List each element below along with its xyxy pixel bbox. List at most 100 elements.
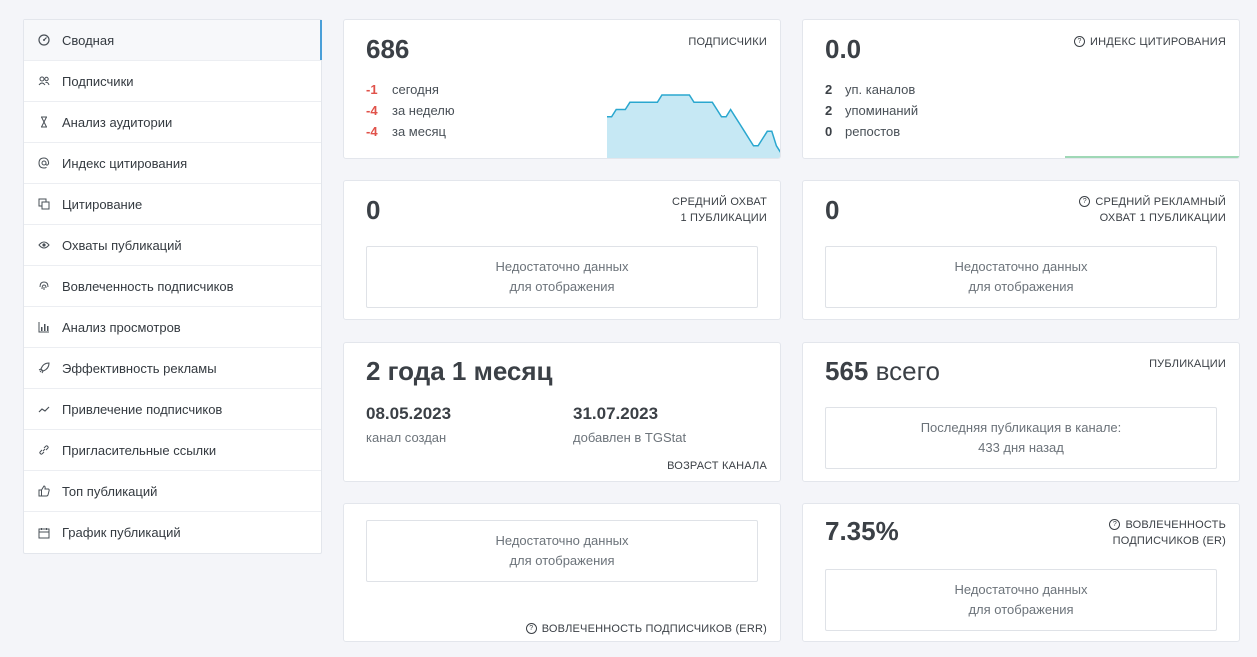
stat-mentioning-channels: 2 уп. каналов <box>825 82 915 97</box>
stat-caption: репостов <box>845 124 901 139</box>
sidebar-item-label: Охваты публикаций <box>62 237 182 253</box>
sidebar-item-engagement[interactable]: Вовлеченность подписчиков <box>24 266 321 307</box>
err-label: ? ВОВЛЕЧЕННОСТЬ ПОДПИСЧИКОВ (ERR) <box>525 621 767 637</box>
publications-card[interactable]: 565 всего ПУБЛИКАЦИИ Последняя публикаци… <box>802 342 1240 482</box>
publications-value: 565 <box>825 356 869 386</box>
label-line: СРЕДНИЙ ОХВАТ <box>671 196 767 208</box>
citation-index-label: ? ИНДЕКС ЦИТИРОВАНИЯ <box>1074 34 1226 50</box>
hourglass-icon <box>38 116 50 128</box>
help-icon[interactable]: ? <box>1079 195 1091 207</box>
sidebar-item-schedule[interactable]: График публикаций <box>24 512 321 553</box>
citation-index-card[interactable]: 0.0 ? ИНДЕКС ЦИТИРОВАНИЯ 2 уп. каналов 2 … <box>802 19 1240 159</box>
sidebar-item-subscribers[interactable]: Подписчики <box>24 61 321 102</box>
subscribers-sparkline <box>607 94 780 158</box>
sidebar-item-label: Привлечение подписчиков <box>62 401 223 417</box>
help-icon[interactable]: ? <box>1109 518 1121 530</box>
sidebar-item-audience[interactable]: Анализ аудитории <box>24 102 321 143</box>
sidebar-item-label: Топ публикаций <box>62 483 158 499</box>
sidebar-item-summary[interactable]: Сводная <box>24 20 322 61</box>
publications-count: 565 всего <box>825 356 940 387</box>
sidebar-item-reach[interactable]: Охваты публикаций <box>24 225 321 266</box>
sidebar-item-label: Эффективность рекламы <box>62 360 217 376</box>
no-data-box: Недостаточно данных для отображения <box>366 246 758 308</box>
link-icon <box>38 444 50 456</box>
sidebar-item-acquisition[interactable]: Привлечение подписчиков <box>24 389 321 430</box>
stat-caption: уп. каналов <box>845 82 916 97</box>
no-data-box: Недостаточно данных для отображения <box>366 520 758 582</box>
avg-reach-card[interactable]: 0 СРЕДНИЙ ОХВАТ 1 ПУБЛИКАЦИИ Недостаточн… <box>343 180 781 320</box>
sidebar-nav: Сводная Подписчики Анализ аудитории Инде… <box>23 19 322 554</box>
avg-ad-reach-card[interactable]: 0 ? СРЕДНИЙ РЕКЛАМНЫЙ ОХВАТ 1 ПУБЛИКАЦИИ … <box>802 180 1240 320</box>
err-card[interactable]: Недостаточно данных для отображения ? ВОВ… <box>343 503 781 642</box>
err-label-text: ВОВЛЕЧЕННОСТЬ ПОДПИСЧИКОВ (ERR) <box>541 623 767 635</box>
help-icon[interactable]: ? <box>1074 35 1086 47</box>
last-publication-box: Последняя публикация в канале: 433 дня н… <box>825 407 1217 469</box>
label-line: ОХВАТ 1 ПУБЛИКАЦИИ <box>1099 212 1226 224</box>
copy-icon <box>38 198 50 210</box>
stat-value: -1 <box>366 82 378 97</box>
citation-index-label-text: ИНДЕКС ЦИТИРОВАНИЯ <box>1090 36 1226 48</box>
sidebar-item-label: Цитирование <box>62 196 143 212</box>
channel-age-value: 2 года 1 месяц <box>366 356 553 386</box>
subscribers-count: 686 <box>366 34 410 64</box>
last-publication-text: Последняя публикация в канале: <box>920 420 1122 435</box>
avg-reach-label: СРЕДНИЙ ОХВАТ 1 ПУБЛИКАЦИИ <box>672 194 767 226</box>
stat-mentions: 2 упоминаний <box>825 103 918 118</box>
last-publication-age: 433 дня назад <box>978 440 1064 455</box>
sidebar-item-label: Подписчики <box>62 73 134 89</box>
added-caption: добавлен в TGStat <box>573 430 687 445</box>
no-data-text: для отображения <box>968 602 1074 617</box>
sidebar-item-label: Анализ аудитории <box>62 114 173 130</box>
sidebar-item-views[interactable]: Анализ просмотров <box>24 307 321 348</box>
no-data-text: Недостаточно данных <box>495 259 629 274</box>
stat-caption: сегодня <box>392 82 439 97</box>
sidebar-item-label: Пригласительные ссылки <box>62 442 217 458</box>
channel-age-card[interactable]: 2 года 1 месяц 08.05.2023 канал создан 3… <box>343 342 781 482</box>
no-data-text: Недостаточно данных <box>954 582 1088 597</box>
stat-value: -4 <box>366 124 378 139</box>
trend-icon <box>38 403 50 415</box>
publications-suffix: всего <box>875 356 940 386</box>
er-label: ? ВОВЛЕЧЕННОСТЬ ПОДПИСЧИКОВ (ER) <box>1109 517 1226 549</box>
no-data-text: для отображения <box>509 279 615 294</box>
avg-ad-reach-value: 0 <box>825 195 840 225</box>
created-caption: канал создан <box>366 430 447 445</box>
sidebar-item-citation-index[interactable]: Индекс цитирования <box>24 143 321 184</box>
sidebar-item-top-posts[interactable]: Топ публикаций <box>24 471 321 512</box>
no-data-text: для отображения <box>509 553 615 568</box>
subscribers-label: ПОДПИСЧИКИ <box>688 36 767 48</box>
sidebar-item-invite-links[interactable]: Пригласительные ссылки <box>24 430 321 471</box>
thumbs-up-icon <box>38 485 50 497</box>
stat-value: 0 <box>825 124 833 139</box>
no-data-text: для отображения <box>968 279 1074 294</box>
channel-age-label: ВОЗРАСТ КАНАЛА <box>667 460 767 472</box>
sidebar-item-ads[interactable]: Эффективность рекламы <box>24 348 321 389</box>
stat-month: -4 за месяц <box>366 124 446 139</box>
eye-icon <box>38 239 50 251</box>
at-icon <box>38 157 50 169</box>
help-icon[interactable]: ? <box>525 622 537 634</box>
label-line: ПОДПИСЧИКОВ (ER) <box>1112 535 1226 547</box>
sidebar-item-label: Анализ просмотров <box>62 319 181 335</box>
sidebar-item-label: График публикаций <box>62 525 181 540</box>
no-data-text: Недостаточно данных <box>954 259 1088 274</box>
dashboard-icon <box>38 34 50 46</box>
er-card[interactable]: 7.35% ? ВОВЛЕЧЕННОСТЬ ПОДПИСЧИКОВ (ER) Не… <box>802 503 1240 642</box>
created-date: 08.05.2023 <box>366 404 452 423</box>
avg-reach-value: 0 <box>366 195 381 225</box>
users-icon <box>38 75 50 87</box>
no-data-text: Недостаточно данных <box>495 533 629 548</box>
no-data-box: Недостаточно данных для отображения <box>825 246 1217 308</box>
subscribers-card[interactable]: 686 ПОДПИСЧИКИ -1 сегодня -4 за неделю -… <box>343 19 781 159</box>
er-value: 7.35% <box>825 516 899 546</box>
calendar-icon <box>38 527 50 539</box>
sidebar-item-label: Вовлеченность подписчиков <box>62 278 234 294</box>
stat-value: 2 <box>825 103 833 118</box>
sidebar-item-citation[interactable]: Цитирование <box>24 184 321 225</box>
avg-ad-reach-label: ? СРЕДНИЙ РЕКЛАМНЫЙ ОХВАТ 1 ПУБЛИКАЦИИ <box>1079 194 1226 226</box>
label-line: СРЕДНИЙ РЕКЛАМНЫЙ <box>1095 196 1226 208</box>
fingerprint-icon <box>38 280 50 292</box>
citation-index-value: 0.0 <box>825 34 862 64</box>
stat-value: -4 <box>366 103 378 118</box>
sidebar-item-label: Сводная <box>62 32 115 48</box>
